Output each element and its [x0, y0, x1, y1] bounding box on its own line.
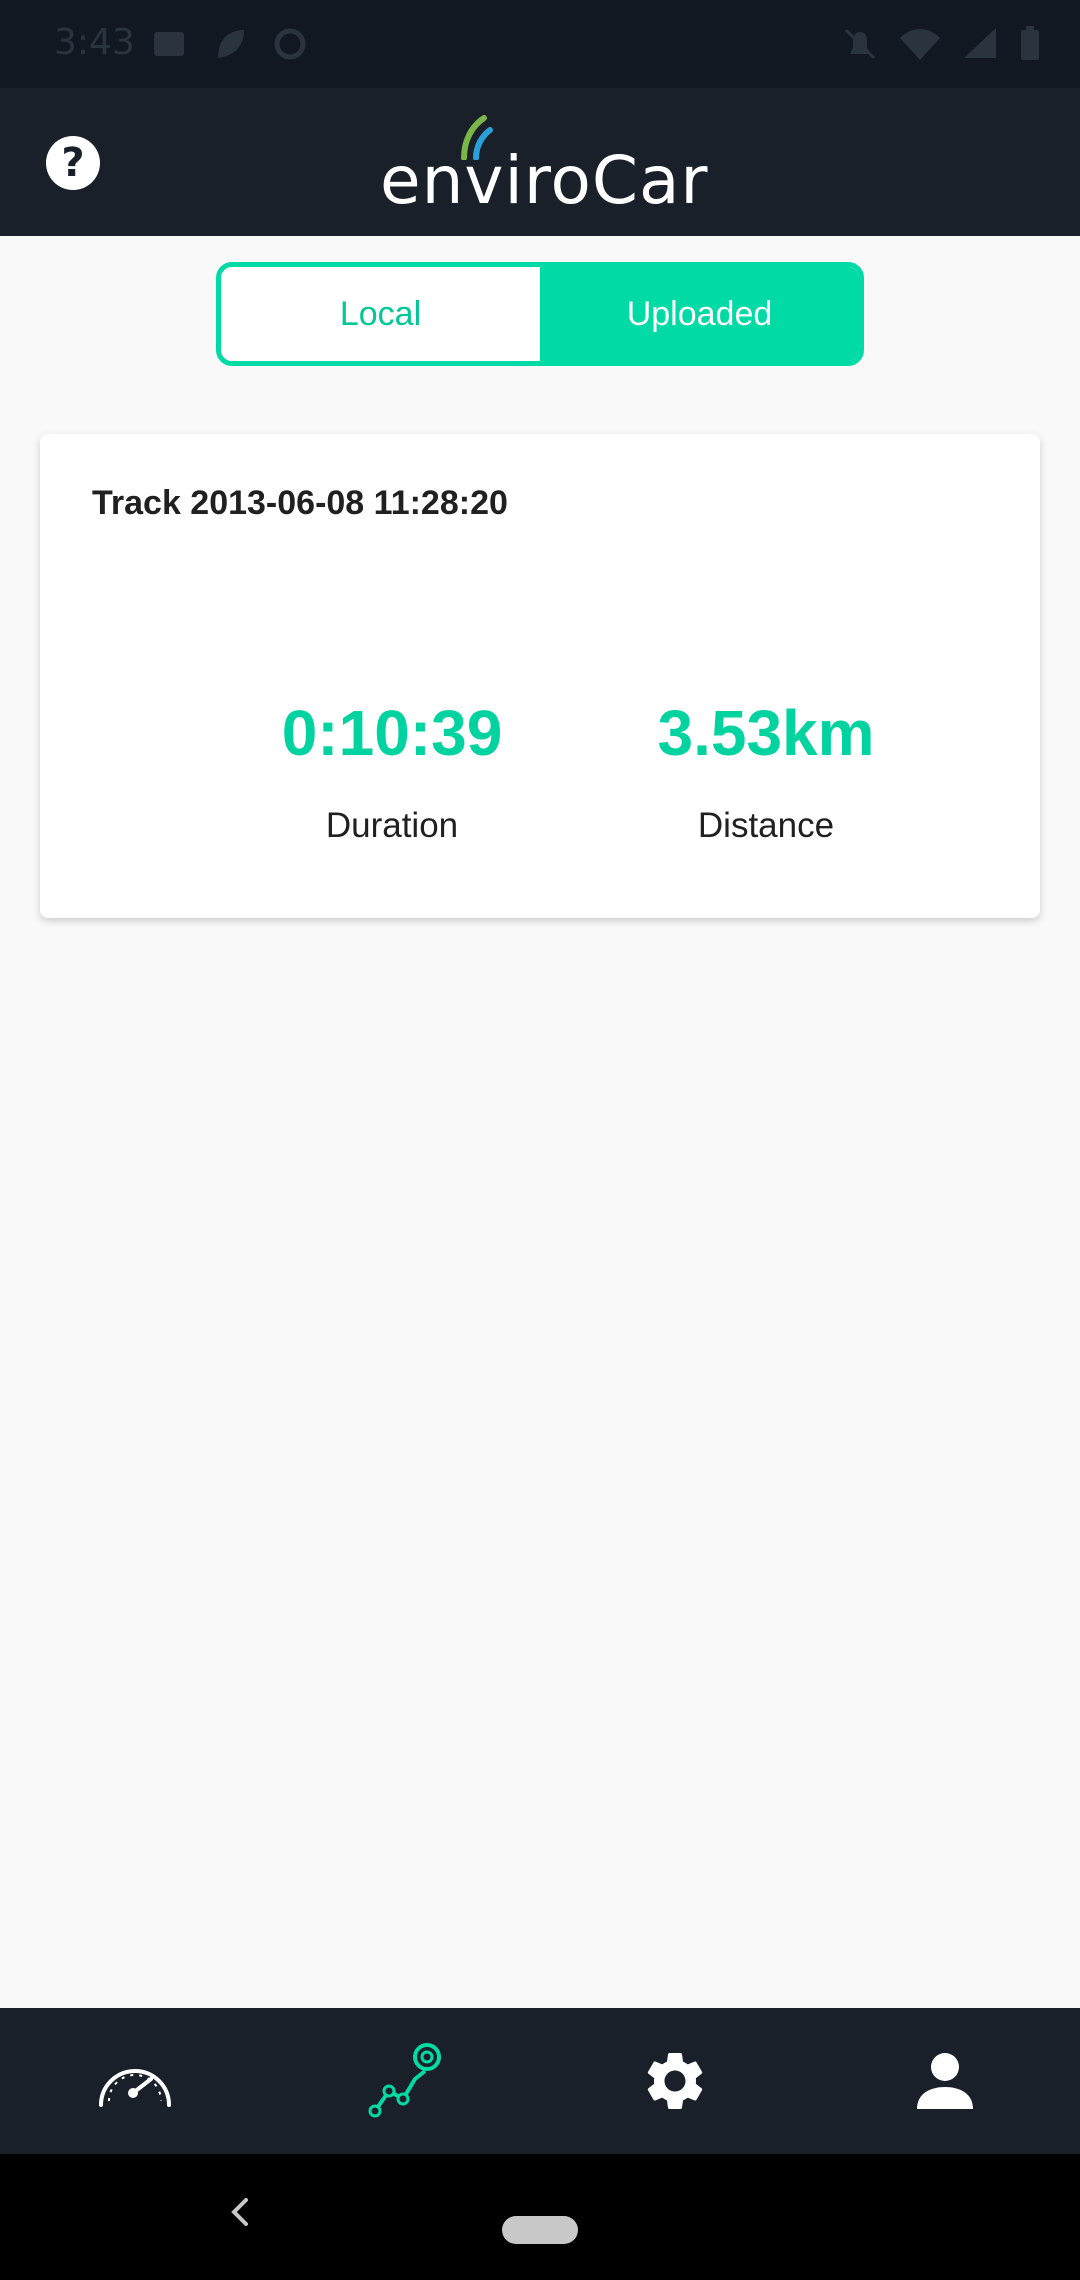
- nav-profile[interactable]: [810, 2008, 1080, 2154]
- distance-label: Distance: [697, 806, 835, 845]
- duration-label: Duration: [325, 806, 459, 845]
- system-navigation: [0, 2154, 1080, 2280]
- nav-settings[interactable]: [540, 2008, 810, 2154]
- help-button[interactable]: ?: [46, 136, 100, 190]
- duration-stat: 0:10:39 Duration: [222, 696, 562, 846]
- back-icon[interactable]: [228, 2194, 252, 2230]
- settings-icon: [647, 2053, 703, 2109]
- status-right-icons: [840, 24, 1042, 64]
- status-time: 3:43: [54, 22, 135, 63]
- sync-icon: [274, 28, 306, 60]
- home-button[interactable]: [502, 2216, 578, 2244]
- logo-text: enviroCar: [380, 142, 709, 219]
- bottom-navigation: [0, 2008, 1080, 2154]
- battery-icon: [1021, 26, 1039, 60]
- envirocar-logo: enviroCar: [380, 114, 710, 219]
- duration-value: 0:10:39: [281, 697, 503, 769]
- track-card[interactable]: Track 2013-06-08 11:28:20 0:10:39 Durati…: [40, 434, 1040, 918]
- status-left-icons: [150, 24, 310, 64]
- app-bar: ? enviroCar: [0, 88, 1080, 236]
- help-icon: ?: [61, 140, 85, 186]
- nav-tracks[interactable]: [270, 2008, 540, 2154]
- tab-uploaded[interactable]: Uploaded: [540, 267, 859, 361]
- leaf-icon: [218, 30, 244, 58]
- track-title: Track 2013-06-08 11:28:20: [92, 484, 508, 522]
- tab-local[interactable]: Local: [221, 267, 540, 361]
- distance-stat: 3.53km Distance: [596, 696, 936, 846]
- status-bar: 3:43: [0, 0, 1080, 88]
- signal-icon: [964, 28, 996, 58]
- speedometer-icon: [99, 2069, 171, 2107]
- distance-value: 3.53km: [657, 697, 875, 769]
- tab-uploaded-label: Uploaded: [626, 294, 773, 333]
- tracks-icon: [368, 2043, 441, 2118]
- nav-dashboard[interactable]: [0, 2008, 270, 2154]
- tab-local-label: Local: [339, 294, 422, 333]
- track-source-tabs: Local Uploaded: [216, 262, 864, 366]
- wifi-icon: [900, 29, 940, 60]
- image-icon: [154, 32, 184, 56]
- profile-icon: [917, 2053, 973, 2109]
- bell-off-icon: [844, 28, 876, 60]
